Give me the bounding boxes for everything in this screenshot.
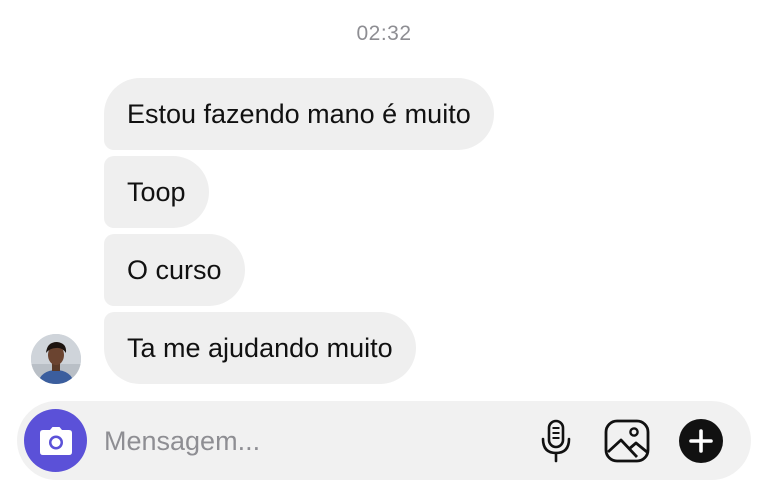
message-input[interactable] [104, 421, 504, 461]
camera-icon [39, 426, 72, 455]
add-button[interactable] [678, 418, 724, 464]
message-composer [17, 401, 751, 480]
plus-circle-icon [679, 419, 723, 463]
chat-screen: 02:32 Estou fazendo mano é muito Toop O … [0, 0, 768, 481]
message-bubble[interactable]: O curso [104, 234, 245, 306]
gallery-button[interactable] [604, 418, 650, 464]
message-bubble[interactable]: Ta me ajudando muito [104, 312, 416, 384]
sender-avatar[interactable] [31, 334, 81, 384]
microphone-button[interactable] [533, 418, 579, 464]
message-timestamp: 02:32 [356, 22, 412, 45]
microphone-icon [541, 419, 571, 463]
message-bubble[interactable]: Estou fazendo mano é muito [104, 78, 494, 150]
camera-button[interactable] [24, 409, 87, 472]
image-gallery-icon [604, 419, 650, 463]
avatar-image [31, 334, 81, 384]
message-bubble[interactable]: Toop [104, 156, 209, 228]
